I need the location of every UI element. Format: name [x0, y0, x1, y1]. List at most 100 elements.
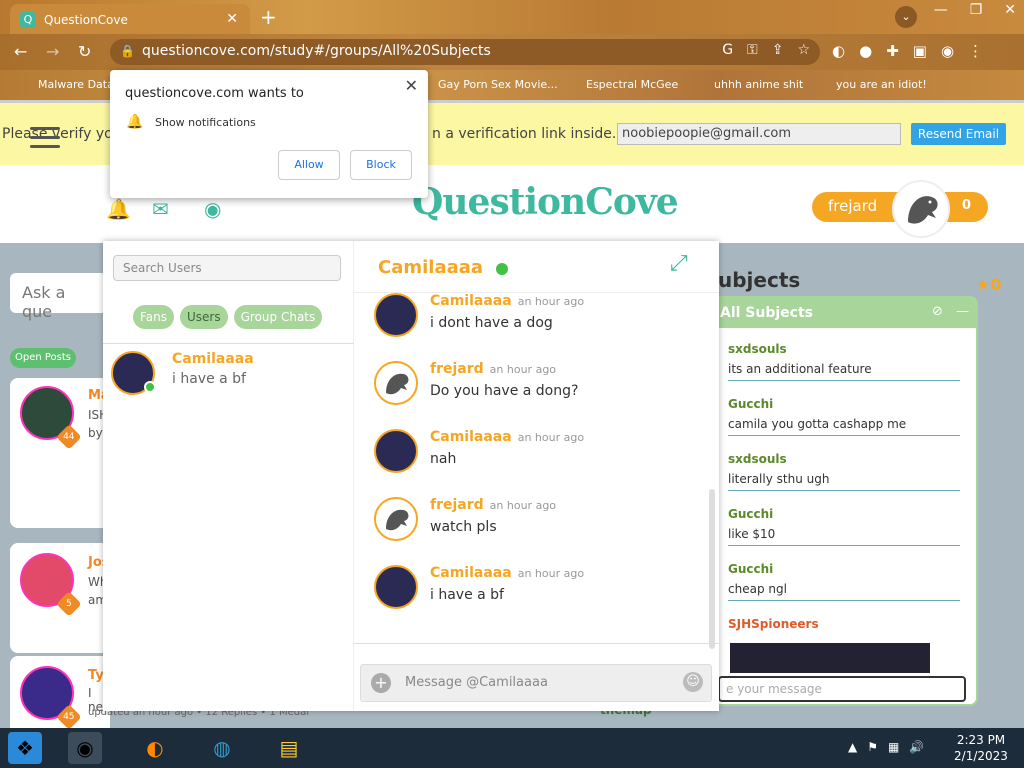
- taskbar: ❖ ◉ ◐ ◍ ▤ ▲ ⚑ ▦ 🔊 2:23 PM 2/1/2023: [0, 728, 1024, 768]
- google-icon[interactable]: G: [722, 42, 733, 58]
- share-icon[interactable]: ⇪: [772, 42, 784, 58]
- hide-icon[interactable]: ⊘: [932, 304, 943, 319]
- reload-icon[interactable]: ↻: [78, 42, 91, 61]
- avatar: [374, 429, 418, 473]
- chat-partner-name: Camilaaaa: [378, 257, 484, 278]
- user-avatar[interactable]: [892, 180, 950, 238]
- resend-email-button[interactable]: Resend Email: [911, 123, 1006, 145]
- bell-icon: 🔔: [126, 114, 144, 130]
- post-card[interactable]: 44 Ma ISH by: [10, 378, 110, 528]
- scrollbar[interactable]: [709, 489, 715, 649]
- user-icon[interactable]: ◉: [204, 197, 221, 221]
- tab-search-icon[interactable]: ⌄: [895, 6, 917, 28]
- ask-question-input[interactable]: Ask a que: [10, 273, 110, 321]
- avatar: [374, 361, 418, 405]
- contact-item[interactable]: Camilaaaa i have a bf: [111, 351, 351, 399]
- post-card[interactable]: 5 Jos Wh am: [10, 543, 110, 653]
- tab-users[interactable]: Users: [180, 305, 228, 329]
- email-field[interactable]: noobiepoopie@gmail.com: [617, 123, 901, 145]
- network-icon[interactable]: ▦: [888, 740, 899, 754]
- allow-button[interactable]: Allow: [278, 150, 340, 180]
- extension-flag-icon[interactable]: ◐: [832, 42, 845, 60]
- site-logo[interactable]: QuestionCove: [412, 181, 679, 223]
- bookmark-item[interactable]: Malware Data: [38, 78, 114, 91]
- expand-icon[interactable]: ⤢: [670, 251, 688, 276]
- shared-image[interactable]: [730, 643, 930, 673]
- questions-feed: Ask a que Open Posts 44 Ma ISH by 5 Jos …: [0, 258, 110, 736]
- chrome-icon[interactable]: ◉: [68, 732, 102, 764]
- open-posts-tab[interactable]: Open Posts: [10, 348, 76, 368]
- address-bar[interactable]: 🔒 questioncove.com/study#/groups/All%20S…: [110, 39, 820, 65]
- chat-message: frejard an hour ago Do you have a dong?: [374, 361, 704, 421]
- browser-tab[interactable]: Q QuestionCove ✕: [10, 4, 250, 34]
- back-icon[interactable]: ←: [14, 42, 27, 61]
- search-users-input[interactable]: Search Users: [113, 255, 341, 281]
- minimize-icon[interactable]: —: [934, 2, 948, 18]
- chat-message: frejard an hour ago watch pls: [374, 497, 704, 557]
- hamburger-menu-icon[interactable]: [30, 127, 60, 151]
- tab-group-chats[interactable]: Group Chats: [233, 305, 323, 329]
- profile-icon[interactable]: ◉: [941, 42, 954, 60]
- volume-icon[interactable]: 🔊: [909, 740, 924, 754]
- bookmark-item[interactable]: Espectral McGee: [586, 78, 678, 91]
- minimize-chat-icon[interactable]: —: [956, 304, 969, 319]
- group-message: Gucchi camila you gotta cashapp me: [728, 397, 960, 436]
- bookmark-item[interactable]: uhhh anime shit: [714, 78, 803, 91]
- file-explorer-icon[interactable]: ▤: [272, 732, 306, 764]
- message-author[interactable]: frejard an hour ago: [430, 497, 556, 513]
- firefox-icon[interactable]: ◐: [138, 732, 172, 764]
- window-close-icon[interactable]: ✕: [1004, 2, 1016, 18]
- menu-dots-icon[interactable]: ⋮: [968, 42, 983, 60]
- chat-message: Camilaaaa an hour ago i have a bf: [374, 565, 704, 625]
- verify-text-2: n a verification link inside.: [432, 126, 617, 142]
- bookmark-item[interactable]: Gay Porn Sex Movie...: [438, 78, 558, 91]
- dolphin-icon: [908, 196, 938, 224]
- post-card[interactable]: 45 Ty I ne: [10, 656, 110, 736]
- browser-tab-bar: Q QuestionCove ✕ + ⌄ — ❐ ✕: [0, 0, 1024, 34]
- online-indicator: [496, 263, 508, 275]
- popup-title: questioncove.com wants to: [125, 86, 304, 101]
- dolphin-icon: [386, 373, 409, 395]
- extension-avatar-icon[interactable]: ●: [859, 42, 872, 60]
- message-author[interactable]: Camilaaaa an hour ago: [430, 293, 584, 309]
- side-panel-icon[interactable]: ▣: [913, 42, 927, 60]
- group-message: Gucchi cheap ngl: [728, 562, 960, 601]
- extensions-puzzle-icon[interactable]: ✚: [886, 42, 899, 60]
- message-text: watch pls: [430, 519, 497, 535]
- group-title: All Subjects: [720, 305, 813, 321]
- post-author: Ty: [88, 668, 104, 683]
- start-button[interactable]: ❖: [8, 732, 42, 764]
- group-message-input[interactable]: e your message: [718, 676, 966, 702]
- avatar: [374, 565, 418, 609]
- emoji-icon[interactable]: ☺: [683, 672, 703, 692]
- permission-text: Show notifications: [155, 116, 256, 129]
- direct-message-window: Search Users Fans Users Group Chats Cami…: [103, 241, 719, 711]
- message-author[interactable]: frejard an hour ago: [430, 361, 556, 377]
- forward-icon[interactable]: →: [46, 42, 59, 61]
- close-icon[interactable]: ✕: [405, 76, 418, 95]
- message-input[interactable]: + Message @Camilaaaa ☺: [360, 664, 712, 702]
- user-pill[interactable]: frejard 0: [812, 180, 988, 238]
- restore-icon[interactable]: ❐: [970, 2, 983, 18]
- bell-icon[interactable]: 🔔: [106, 197, 131, 221]
- bookmark-star-icon[interactable]: ☆: [797, 42, 810, 58]
- tab-fans[interactable]: Fans: [133, 305, 175, 329]
- lock-icon[interactable]: 🔒: [120, 44, 135, 58]
- message-author[interactable]: Camilaaaa an hour ago: [430, 429, 584, 445]
- browser-app-icon[interactable]: ◍: [205, 732, 239, 764]
- clock[interactable]: 2:23 PM 2/1/2023: [946, 732, 1016, 764]
- mail-icon[interactable]: ✉: [152, 197, 169, 221]
- avatar: [374, 497, 418, 541]
- close-tab-icon[interactable]: ✕: [226, 11, 238, 27]
- bookmark-item[interactable]: you are an idiot!: [836, 78, 927, 91]
- group-message: sxdsouls its an additional feature: [728, 342, 960, 381]
- key-icon[interactable]: ⚿: [747, 42, 758, 58]
- message-placeholder: Message @Camilaaaa: [405, 675, 548, 690]
- message-author[interactable]: Camilaaaa an hour ago: [430, 565, 584, 581]
- message-text: Do you have a dong?: [430, 383, 579, 399]
- flag-icon[interactable]: ⚑: [867, 740, 878, 754]
- new-tab-icon[interactable]: +: [260, 5, 277, 29]
- attach-plus-icon[interactable]: +: [371, 673, 391, 693]
- show-hidden-icon[interactable]: ▲: [848, 740, 857, 754]
- block-button[interactable]: Block: [350, 150, 412, 180]
